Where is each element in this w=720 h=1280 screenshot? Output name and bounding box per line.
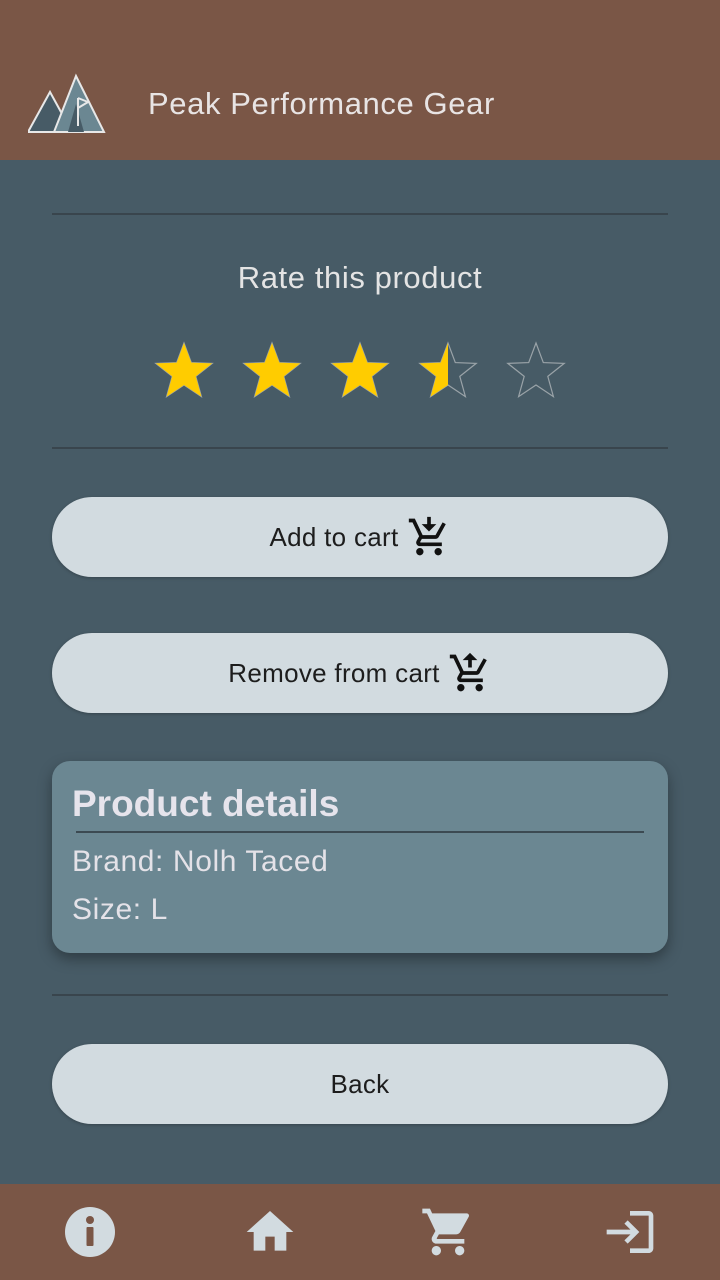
add-to-cart-label: Add to cart <box>269 521 399 552</box>
product-details-title: Product details <box>72 783 340 824</box>
remove-from-cart-button[interactable]: Remove from cart <box>52 633 668 713</box>
mountain-logo-icon <box>28 73 106 133</box>
cart-remove-icon <box>449 652 487 692</box>
add-to-cart-button[interactable]: Add to cart <box>52 497 668 577</box>
rate-title: Rate this product <box>237 260 483 295</box>
star-5-icon[interactable] <box>504 340 568 404</box>
star-3-icon[interactable] <box>328 340 392 404</box>
app-title: Peak Performance Gear <box>148 86 495 121</box>
info-icon[interactable] <box>62 1204 118 1260</box>
back-button[interactable]: Back <box>52 1044 668 1124</box>
home-icon[interactable] <box>242 1204 298 1260</box>
divider <box>52 994 668 996</box>
brand-text: Brand: Nolh Taced <box>72 845 329 878</box>
bottom-nav <box>0 1184 720 1280</box>
cart-add-icon <box>408 516 446 556</box>
cart-icon[interactable] <box>420 1204 476 1260</box>
divider <box>76 831 644 833</box>
product-details-card: Product details Brand: Nolh Taced Size: … <box>52 761 668 953</box>
app-bar: Peak Performance Gear <box>0 0 720 160</box>
logout-icon[interactable] <box>602 1204 658 1260</box>
divider <box>52 213 668 215</box>
star-4-icon[interactable] <box>416 340 480 404</box>
size-text: Size: L <box>72 893 168 926</box>
star-1-icon[interactable] <box>152 340 216 404</box>
star-2-icon[interactable] <box>240 340 304 404</box>
back-label: Back <box>330 1068 390 1099</box>
divider <box>52 447 668 449</box>
remove-from-cart-label: Remove from cart <box>228 657 440 688</box>
